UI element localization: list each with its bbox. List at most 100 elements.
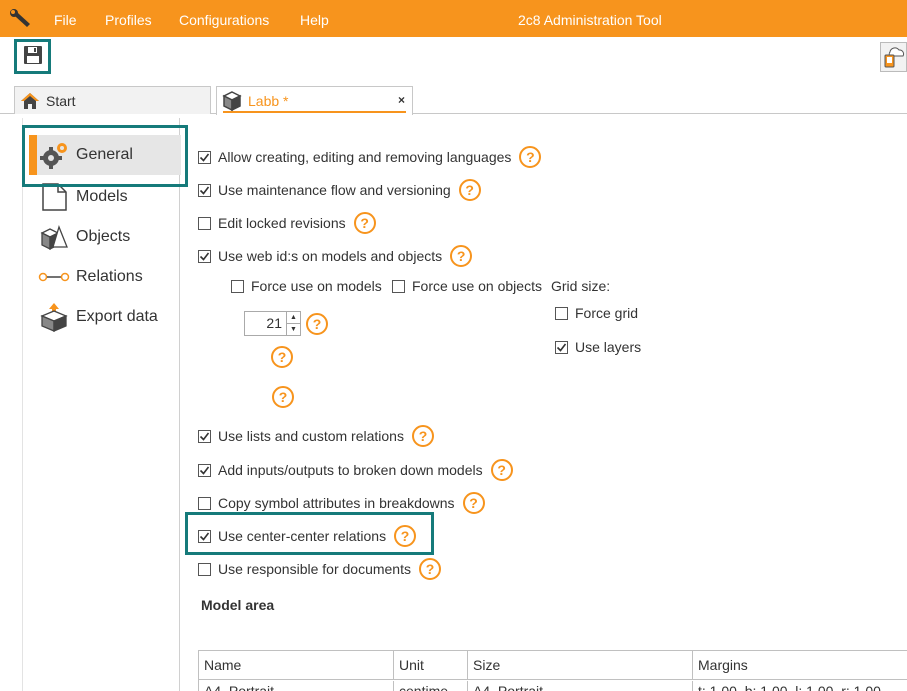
app-title: 2c8 Administration Tool xyxy=(518,12,662,28)
floppy-disk-icon xyxy=(23,45,43,68)
sidebar-item-relations[interactable]: Relations xyxy=(29,257,181,297)
lists-custom-checkbox[interactable] xyxy=(198,429,211,443)
grid-size-value[interactable]: 21 xyxy=(245,312,286,335)
document-icon xyxy=(37,182,71,212)
tab-strip: Start Labb * × xyxy=(0,82,907,115)
help-icon[interactable]: ? xyxy=(306,313,328,335)
model-area-table: Name Unit Size Margins A4, Portrait cent… xyxy=(198,650,907,691)
table-cell[interactable]: centime xyxy=(394,681,468,691)
use-layers-label: Use layers xyxy=(575,339,642,355)
setting-web-ids: Use web id:s on models and objects ? xyxy=(198,244,473,268)
home-icon xyxy=(20,92,40,110)
help-icon[interactable]: ? xyxy=(411,425,434,447)
menu-bar: File Profiles Configurations Help 2c8 Ad… xyxy=(0,0,907,37)
grid-size-label: Grid size: xyxy=(551,278,611,294)
table-cell[interactable]: A4, Portrait xyxy=(199,681,394,691)
sidebar-item-label: Export data xyxy=(76,308,158,325)
sidebar-item-label: Objects xyxy=(76,228,131,245)
save-button[interactable] xyxy=(14,39,51,74)
tab-start[interactable]: Start xyxy=(14,86,211,114)
help-icon[interactable]: ? xyxy=(450,245,473,267)
tab-labb-label: Labb * xyxy=(248,93,289,109)
help-icon[interactable]: ? xyxy=(458,179,481,201)
gears-icon xyxy=(37,140,71,170)
help-icon[interactable]: ? xyxy=(271,346,293,368)
setting-center-center: Use center-center relations ? xyxy=(198,524,417,548)
help-icon[interactable]: ? xyxy=(490,459,513,481)
help-icon[interactable]: ? xyxy=(272,386,294,408)
toolbar xyxy=(0,37,907,82)
inputs-outputs-checkbox[interactable] xyxy=(198,463,211,477)
menu-help[interactable]: Help xyxy=(300,12,329,28)
help-icon[interactable]: ? xyxy=(519,146,542,168)
force-objects-checkbox[interactable] xyxy=(392,279,405,293)
copy-symbol-label: Copy symbol attributes in breakdowns xyxy=(218,495,455,511)
sidebar-item-export-data[interactable]: Export data xyxy=(29,297,181,337)
setting-use-layers: Use layers xyxy=(555,335,641,359)
setting-force-objects: Force use on objects xyxy=(392,274,542,298)
setting-inputs-outputs: Add inputs/outputs to broken down models… xyxy=(198,458,513,482)
sidebar-item-objects[interactable]: Objects xyxy=(29,217,181,257)
help-icon[interactable]: ? xyxy=(462,492,485,514)
web-ids-checkbox[interactable] xyxy=(198,249,211,263)
shapes-icon xyxy=(37,222,71,252)
tab-close-icon[interactable]: × xyxy=(398,93,405,107)
force-models-checkbox[interactable] xyxy=(231,279,244,293)
export-box-icon xyxy=(37,302,71,332)
table-cell[interactable]: t: 1.00, b: 1.00, l: 1.00, r: 1.00 xyxy=(693,681,907,691)
table-cell[interactable]: A4, Portrait xyxy=(468,681,693,691)
force-grid-checkbox[interactable] xyxy=(555,306,568,320)
inputs-outputs-label: Add inputs/outputs to broken down models xyxy=(218,462,483,478)
responsible-docs-label: Use responsible for documents xyxy=(218,561,411,577)
model-area-title: Model area xyxy=(201,597,275,613)
sidebar-item-label: General xyxy=(76,146,133,163)
spinner-arrows: ▲ ▼ xyxy=(286,312,300,335)
sidebar-item-label: Models xyxy=(76,188,128,205)
tab-labb[interactable]: Labb * × xyxy=(216,86,413,115)
column-header-unit[interactable]: Unit xyxy=(394,651,468,680)
menu-profiles[interactable]: Profiles xyxy=(105,12,152,28)
grid-size-spinner[interactable]: 21 ▲ ▼ xyxy=(244,311,301,336)
spinner-up-icon[interactable]: ▲ xyxy=(287,312,300,324)
edit-locked-label: Edit locked revisions xyxy=(218,215,346,231)
maintenance-flow-label: Use maintenance flow and versioning xyxy=(218,182,451,198)
center-center-label: Use center-center relations xyxy=(218,528,387,544)
copy-symbol-checkbox[interactable] xyxy=(198,496,211,510)
column-header-margins[interactable]: Margins xyxy=(693,651,907,680)
allow-languages-checkbox[interactable] xyxy=(198,150,211,164)
setting-lists-custom: Use lists and custom relations ? xyxy=(198,424,434,448)
cube-icon xyxy=(222,91,242,111)
setting-copy-symbol: Copy symbol attributes in breakdowns ? xyxy=(198,491,485,515)
setting-maintenance-flow: Use maintenance flow and versioning ? xyxy=(198,178,481,202)
force-grid-label: Force grid xyxy=(575,305,639,321)
sidebar-item-label: Relations xyxy=(76,268,143,285)
use-layers-checkbox[interactable] xyxy=(555,340,568,354)
sidebar-item-general[interactable]: General xyxy=(29,135,181,175)
wrench-icon[interactable] xyxy=(8,8,34,30)
tab-start-label: Start xyxy=(46,92,76,109)
web-ids-label: Use web id:s on models and objects xyxy=(218,248,443,264)
sidebar: General Models Objects Relations Export … xyxy=(22,118,181,691)
center-center-checkbox[interactable] xyxy=(198,529,211,543)
responsible-docs-checkbox[interactable] xyxy=(198,562,211,576)
active-tab-underline xyxy=(223,111,406,113)
help-icon[interactable]: ? xyxy=(419,558,441,580)
menu-configurations[interactable]: Configurations xyxy=(179,12,269,28)
force-models-label: Force use on models xyxy=(251,278,382,294)
force-objects-label: Force use on objects xyxy=(412,278,542,294)
help-icon[interactable]: ? xyxy=(353,212,376,234)
cloud-device-icon xyxy=(883,44,905,71)
help-icon[interactable]: ? xyxy=(394,525,417,547)
column-header-size[interactable]: Size xyxy=(468,651,693,680)
edit-locked-checkbox[interactable] xyxy=(198,216,211,230)
setting-allow-languages: Allow creating, editing and removing lan… xyxy=(198,145,542,169)
setting-responsible-docs: Use responsible for documents ? xyxy=(198,557,441,581)
maintenance-flow-checkbox[interactable] xyxy=(198,183,211,197)
sidebar-item-models[interactable]: Models xyxy=(29,177,181,217)
cloud-device-button[interactable] xyxy=(880,42,907,72)
menu-file[interactable]: File xyxy=(54,12,77,28)
column-header-name[interactable]: Name xyxy=(199,651,394,680)
spinner-down-icon[interactable]: ▼ xyxy=(287,324,300,335)
setting-force-models: Force use on models xyxy=(231,274,382,298)
setting-force-grid: Force grid xyxy=(555,301,638,325)
